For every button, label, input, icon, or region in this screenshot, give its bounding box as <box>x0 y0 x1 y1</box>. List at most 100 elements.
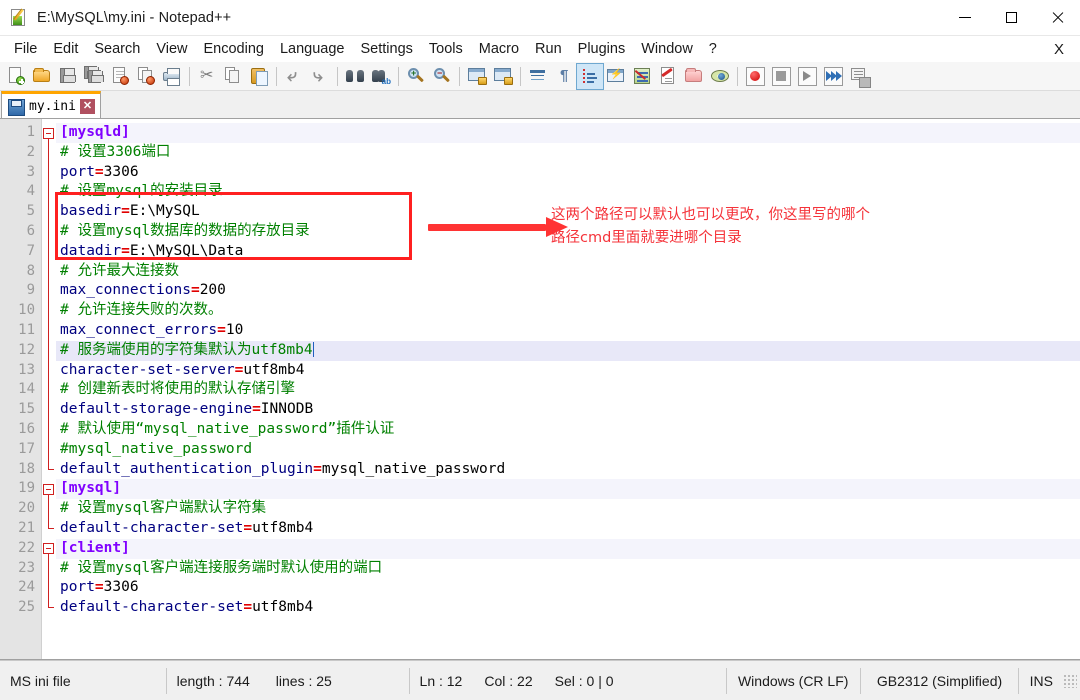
menu-view[interactable]: View <box>148 38 195 60</box>
menu-help[interactable]: ? <box>701 38 725 60</box>
code-line[interactable]: # 设置mysql客户端连接服务端时默认使用的端口 <box>56 559 1080 579</box>
indent-guide-button[interactable] <box>577 64 603 89</box>
code-text-area[interactable]: [mysqld]# 设置3306端口port=3306# 设置mysql的安装目… <box>56 119 1080 659</box>
sync-vertical-scroll-button[interactable] <box>464 64 490 89</box>
line-number: 12 <box>0 341 41 361</box>
close-document-button[interactable]: X <box>1050 41 1068 58</box>
close-file-button[interactable] <box>107 64 133 89</box>
code-line[interactable]: default_authentication_plugin=mysql_nati… <box>56 460 1080 480</box>
code-line[interactable]: default-storage-engine=INNODB <box>56 400 1080 420</box>
menu-language[interactable]: Language <box>272 38 353 60</box>
code-line[interactable]: # 创建新表时将使用的默认存储引擎 <box>56 380 1080 400</box>
line-number: 1 <box>0 123 41 143</box>
menu-tools[interactable]: Tools <box>421 38 471 60</box>
fold-marker[interactable] <box>42 479 56 499</box>
paste-button[interactable] <box>246 64 272 89</box>
menu-file[interactable]: File <box>6 38 45 60</box>
menu-run[interactable]: Run <box>527 38 570 60</box>
monitoring-button[interactable] <box>707 64 733 89</box>
print-button[interactable] <box>159 64 185 89</box>
menu-search[interactable]: Search <box>86 38 148 60</box>
show-all-characters-button[interactable]: ¶ <box>551 64 577 89</box>
status-insert-mode[interactable]: INS <box>1019 668 1063 694</box>
replace-button[interactable]: ab <box>368 64 394 89</box>
macro-record-button[interactable] <box>742 64 768 89</box>
editor-area[interactable]: 1234567891011121314151617181920212223242… <box>0 119 1080 660</box>
code-line[interactable]: character-set-server=utf8mb4 <box>56 361 1080 381</box>
status-caret-position: Ln : 12 Col : 22 Sel : 0 | 0 <box>410 668 727 694</box>
find-button[interactable] <box>342 64 368 89</box>
fold-margin[interactable] <box>42 119 56 659</box>
zoom-in-button[interactable]: + <box>403 64 429 89</box>
copy-button[interactable] <box>220 64 246 89</box>
status-file-type: MS ini file <box>0 668 167 694</box>
redo-icon: ⤷ <box>310 66 330 86</box>
document-map-icon <box>632 66 652 86</box>
document-map-button[interactable] <box>629 64 655 89</box>
code-line[interactable]: port=3306 <box>56 578 1080 598</box>
toolbar-separator <box>337 67 338 86</box>
macro-stop-button[interactable] <box>768 64 794 89</box>
tab-close-icon[interactable]: ✕ <box>80 99 95 114</box>
token-val: 3306 <box>104 579 139 595</box>
menu-plugins[interactable]: Plugins <box>570 38 634 60</box>
code-line[interactable]: # 允许最大连接数 <box>56 262 1080 282</box>
undo-button[interactable]: ⤶ <box>281 64 307 89</box>
code-line[interactable]: # 设置3306端口 <box>56 143 1080 163</box>
line-number: 23 <box>0 559 41 579</box>
code-line[interactable]: [mysqld] <box>56 123 1080 143</box>
code-line[interactable]: [client] <box>56 539 1080 559</box>
sync-horizontal-scroll-button[interactable] <box>490 64 516 89</box>
maximize-button[interactable] <box>988 0 1034 36</box>
code-line[interactable]: # 默认使用“mysql_native_password”插件认证 <box>56 420 1080 440</box>
code-line[interactable]: #mysql_native_password <box>56 440 1080 460</box>
menu-encoding[interactable]: Encoding <box>196 38 272 60</box>
tab-my-ini[interactable]: my.ini ✕ <box>1 91 101 118</box>
user-defined-dialog-button[interactable]: ⚡ <box>603 64 629 89</box>
fold-collapse-icon[interactable] <box>43 128 54 139</box>
close-all-files-icon <box>136 66 156 86</box>
macro-save-button[interactable] <box>846 64 872 89</box>
token-eq: = <box>95 579 104 595</box>
menu-settings[interactable]: Settings <box>352 38 420 60</box>
menu-edit[interactable]: Edit <box>45 38 86 60</box>
zoom-out-button[interactable]: − <box>429 64 455 89</box>
menu-window[interactable]: Window <box>633 38 701 60</box>
function-list-button[interactable] <box>655 64 681 89</box>
save-button[interactable] <box>55 64 81 89</box>
code-line[interactable]: port=3306 <box>56 163 1080 183</box>
code-line[interactable]: # 设置mysql客户端默认字符集 <box>56 499 1080 519</box>
code-line[interactable]: # 允许连接失败的次数。 <box>56 301 1080 321</box>
code-line[interactable]: max_connect_errors=10 <box>56 321 1080 341</box>
toolbar-separator <box>520 67 521 86</box>
redo-button[interactable]: ⤷ <box>307 64 333 89</box>
code-line[interactable]: default-character-set=utf8mb4 <box>56 519 1080 539</box>
code-line[interactable]: # 服务端使用的字符集默认为utf8mb4 <box>56 341 1080 361</box>
status-eol-format[interactable]: Windows (CR LF) <box>727 668 861 694</box>
word-wrap-button[interactable] <box>525 64 551 89</box>
save-all-button[interactable] <box>81 64 107 89</box>
resize-grip-icon[interactable] <box>1063 674 1077 688</box>
status-encoding[interactable]: GB2312 (Simplified) <box>861 668 1020 694</box>
line-number: 4 <box>0 182 41 202</box>
fold-collapse-icon[interactable] <box>43 484 54 495</box>
code-line[interactable]: max_connections=200 <box>56 281 1080 301</box>
code-line[interactable]: # 设置mysql的安装目录 <box>56 182 1080 202</box>
fold-marker[interactable] <box>42 539 56 559</box>
folder-as-workspace-button[interactable] <box>681 64 707 89</box>
minimize-button[interactable] <box>942 0 988 36</box>
new-file-button[interactable] <box>3 64 29 89</box>
fold-marker[interactable] <box>42 123 56 143</box>
fold-collapse-icon[interactable] <box>43 543 54 554</box>
cut-button[interactable]: ✂ <box>194 64 220 89</box>
macro-play-button[interactable] <box>794 64 820 89</box>
close-all-files-button[interactable] <box>133 64 159 89</box>
menu-macro[interactable]: Macro <box>471 38 527 60</box>
monitoring-icon <box>710 66 730 86</box>
code-line[interactable]: default-character-set=utf8mb4 <box>56 598 1080 618</box>
close-button[interactable] <box>1034 0 1080 36</box>
code-line[interactable]: [mysql] <box>56 479 1080 499</box>
macro-playback-multiple-button[interactable] <box>820 64 846 89</box>
token-comment: # 创建新表时将使用的默认存储引擎 <box>60 381 295 397</box>
open-file-button[interactable] <box>29 64 55 89</box>
